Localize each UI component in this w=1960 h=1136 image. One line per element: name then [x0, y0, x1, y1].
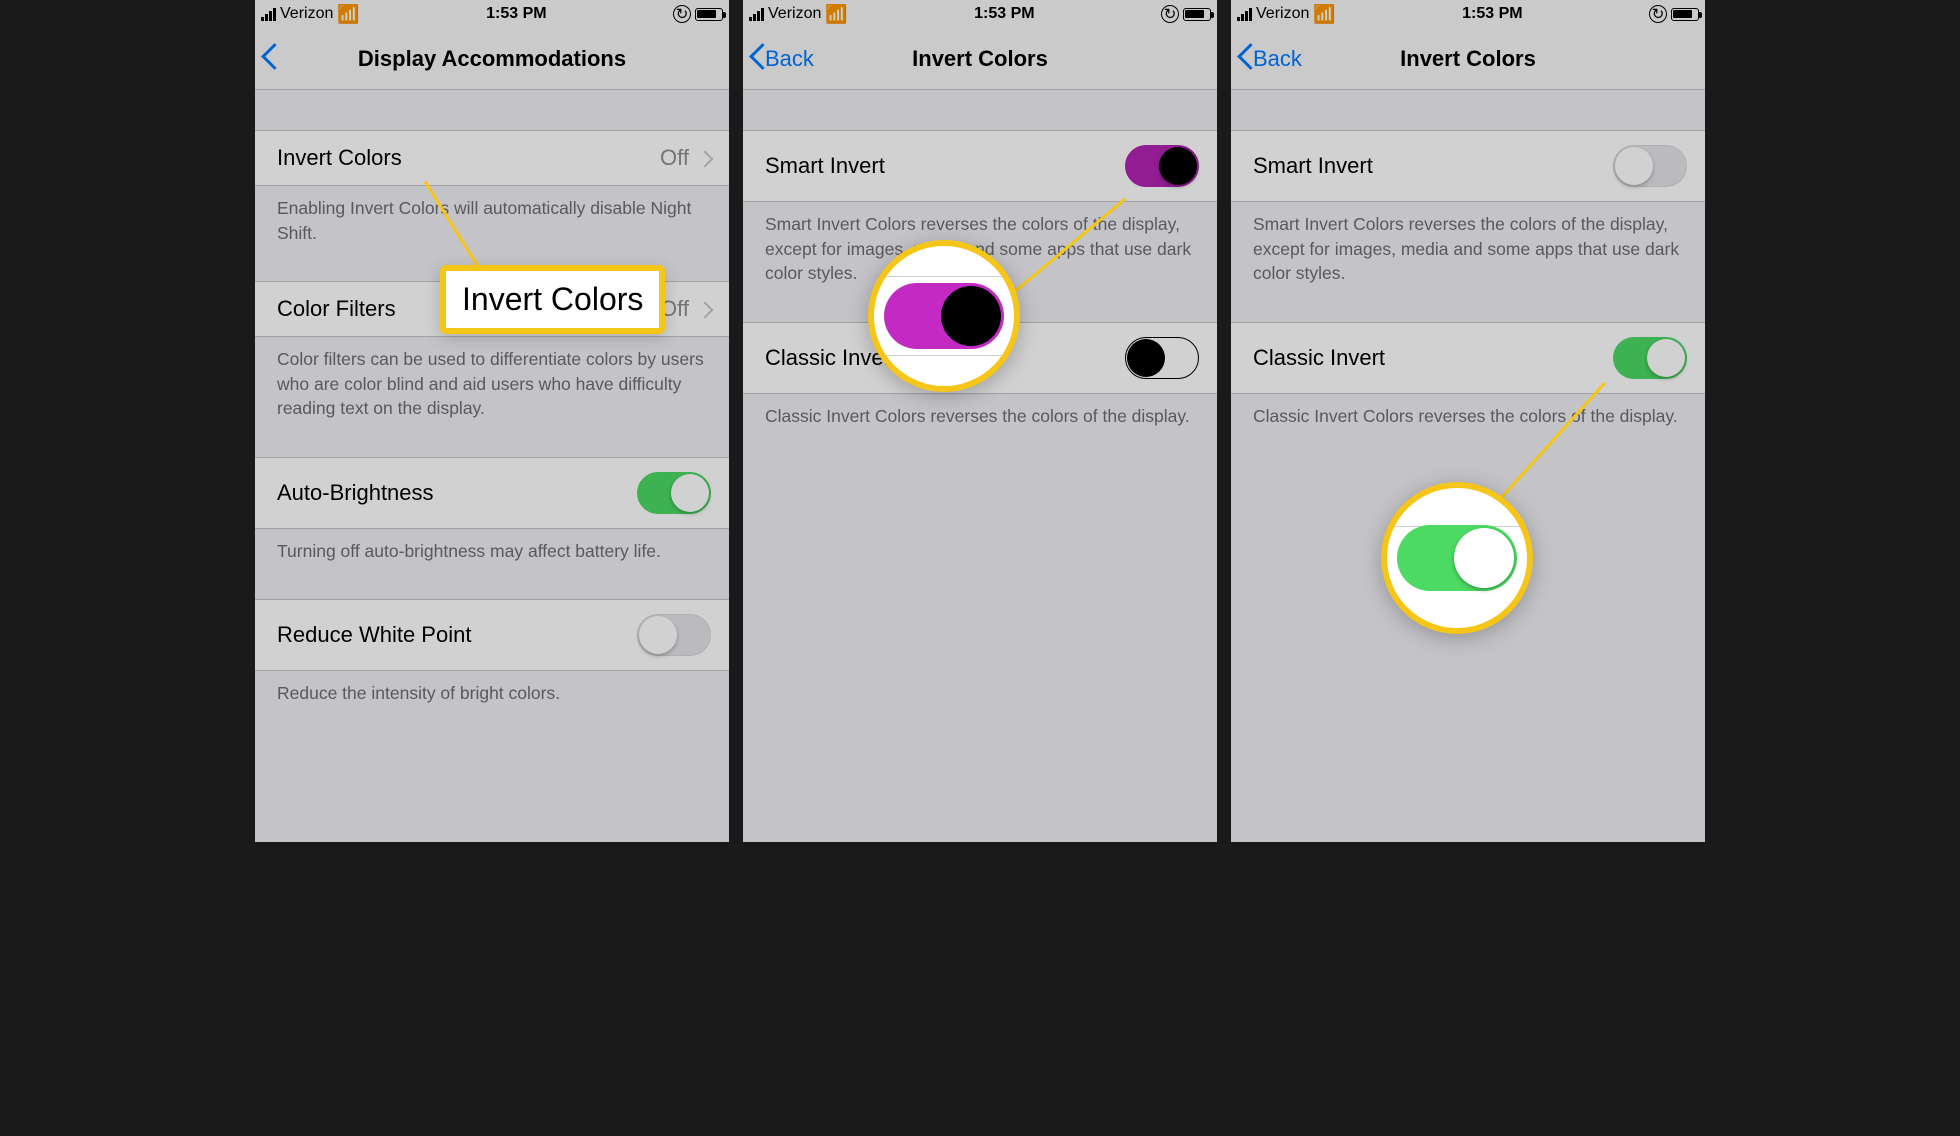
- smart-invert-row: Smart Invert: [743, 130, 1217, 202]
- rotation-lock-icon: ↻: [1649, 5, 1667, 23]
- carrier-label: Verizon: [1256, 5, 1309, 23]
- wifi-icon: 📶: [337, 4, 359, 25]
- status-bar: Verizon 📶 1:53 PM ↻: [1231, 0, 1705, 28]
- row-label: Reduce White Point: [277, 622, 471, 648]
- carrier-label: Verizon: [768, 5, 821, 23]
- color-filters-footer: Color filters can be used to differentia…: [255, 337, 729, 421]
- row-label: Smart Invert: [1253, 153, 1373, 179]
- invert-colors-row[interactable]: Invert Colors Off: [255, 130, 729, 186]
- smart-invert-toggle[interactable]: [1125, 145, 1199, 187]
- auto-brightness-row: Auto-Brightness: [255, 457, 729, 529]
- row-value: Off: [660, 145, 689, 171]
- reduce-white-point-toggle[interactable]: [637, 614, 711, 656]
- clock-label: 1:53 PM: [974, 5, 1034, 23]
- phone-2-invert-colors-smart: Verizon 📶 1:53 PM ↻ Back Invert Colors: [743, 0, 1217, 842]
- battery-icon: [1671, 8, 1699, 21]
- row-label: Color Filters: [277, 296, 396, 322]
- auto-brightness-footer: Turning off auto-brightness may affect b…: [255, 529, 729, 564]
- magnifier-callout: [868, 240, 1020, 392]
- back-button[interactable]: [261, 47, 275, 71]
- wifi-icon: 📶: [1313, 4, 1335, 25]
- invert-colors-footer: Enabling Invert Colors will automaticall…: [255, 186, 729, 245]
- signal-icon: [749, 8, 764, 21]
- status-bar: Verizon 📶 1:53 PM ↻: [743, 0, 1217, 28]
- reduce-white-point-row: Reduce White Point: [255, 599, 729, 671]
- clock-label: 1:53 PM: [1462, 5, 1522, 23]
- classic-invert-footer: Classic Invert Colors reverses the color…: [1231, 394, 1705, 429]
- magnified-toggle-icon: [884, 283, 1004, 349]
- chevron-right-icon: [699, 145, 711, 171]
- classic-invert-toggle[interactable]: [1613, 337, 1687, 379]
- page-title: Invert Colors: [1400, 46, 1536, 72]
- classic-invert-footer: Classic Invert Colors reverses the color…: [743, 394, 1217, 429]
- classic-invert-row: Classic Invert: [1231, 322, 1705, 394]
- back-button[interactable]: Back: [749, 46, 814, 72]
- chevron-left-icon: [1237, 47, 1251, 71]
- chevron-left-icon: [261, 47, 275, 71]
- callout-badge: Invert Colors: [440, 265, 665, 334]
- reduce-white-point-footer: Reduce the intensity of bright colors.: [255, 671, 729, 706]
- smart-invert-footer: Smart Invert Colors reverses the colors …: [1231, 202, 1705, 286]
- carrier-label: Verizon: [280, 5, 333, 23]
- smart-invert-row: Smart Invert: [1231, 130, 1705, 202]
- phone-3-invert-colors-classic: Verizon 📶 1:53 PM ↻ Back Invert Colors: [1231, 0, 1705, 842]
- row-label: Smart Invert: [765, 153, 885, 179]
- signal-icon: [261, 8, 276, 21]
- chevron-left-icon: [749, 47, 763, 71]
- row-label: Invert Colors: [277, 145, 402, 171]
- chevron-right-icon: [699, 296, 711, 322]
- nav-bar: Back Invert Colors: [1231, 28, 1705, 90]
- row-label: Auto-Brightness: [277, 480, 434, 506]
- nav-bar: Display Accommodations: [255, 28, 729, 90]
- nav-bar: Back Invert Colors: [743, 28, 1217, 90]
- status-bar: Verizon 📶 1:53 PM ↻: [255, 0, 729, 28]
- smart-invert-toggle[interactable]: [1613, 145, 1687, 187]
- row-label: Classic Invert: [1253, 345, 1385, 371]
- wifi-icon: 📶: [825, 4, 847, 25]
- page-title: Invert Colors: [912, 46, 1048, 72]
- magnifier-callout: [1381, 482, 1533, 634]
- phone-1-display-accommodations: Verizon 📶 1:53 PM ↻ Display Accommodatio…: [255, 0, 729, 842]
- rotation-lock-icon: ↻: [1161, 5, 1179, 23]
- auto-brightness-toggle[interactable]: [637, 472, 711, 514]
- classic-invert-toggle[interactable]: [1125, 337, 1199, 379]
- signal-icon: [1237, 8, 1252, 21]
- back-button[interactable]: Back: [1237, 46, 1302, 72]
- page-title: Display Accommodations: [358, 46, 626, 72]
- rotation-lock-icon: ↻: [673, 5, 691, 23]
- magnified-toggle-icon: [1397, 525, 1517, 591]
- battery-icon: [695, 8, 723, 21]
- battery-icon: [1183, 8, 1211, 21]
- clock-label: 1:53 PM: [486, 5, 546, 23]
